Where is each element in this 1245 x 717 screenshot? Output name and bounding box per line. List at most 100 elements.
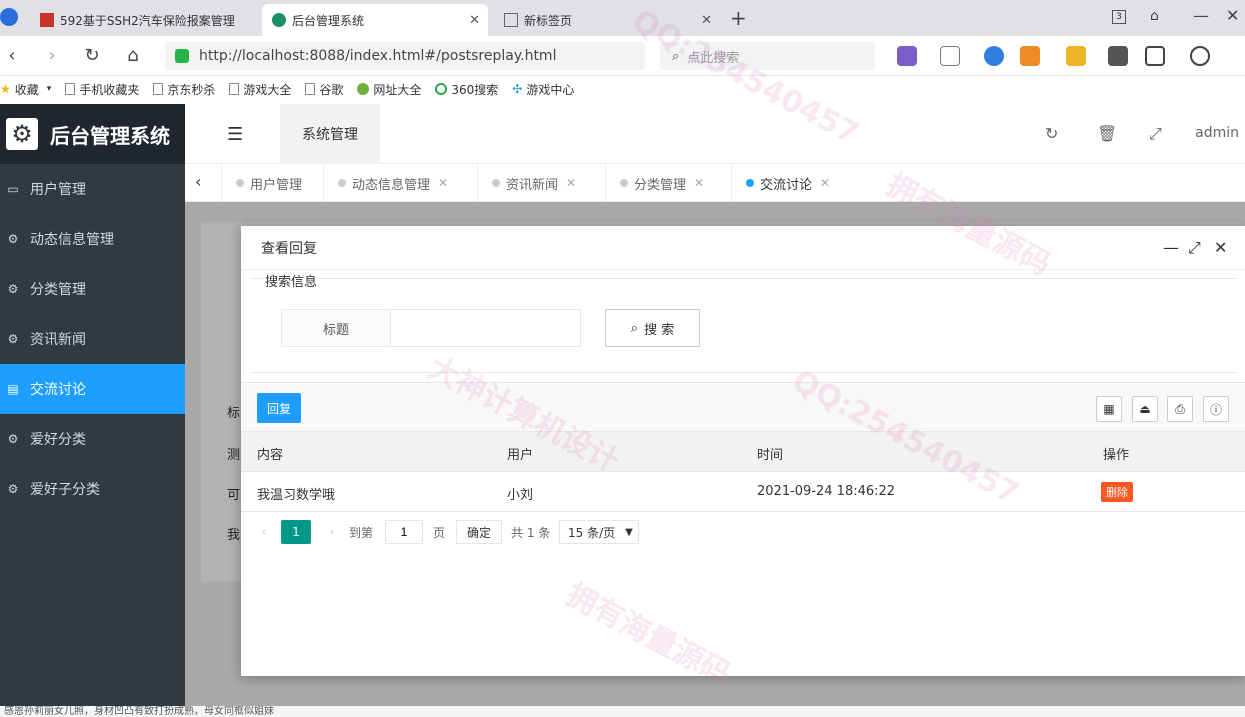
- print-icon[interactable]: ⎙: [1167, 396, 1193, 422]
- cogs-icon: ⚙: [7, 432, 19, 446]
- gear-icon: ⚙: [6, 118, 38, 150]
- bookmark-item[interactable]: 360搜索: [435, 81, 498, 98]
- game-icon[interactable]: [1020, 46, 1040, 66]
- bookmark-item[interactable]: 京东秒杀: [153, 81, 215, 98]
- goto-confirm-button[interactable]: 确定: [456, 520, 502, 544]
- cogs-icon: ⚙: [7, 482, 19, 496]
- app-title: 后台管理系统: [50, 123, 170, 148]
- browser-tab-3[interactable]: 新标签页 ✕: [494, 4, 720, 36]
- browser-tab-2[interactable]: 后台管理系统 ✕: [262, 4, 488, 36]
- tab-count-icon[interactable]: 3: [1112, 10, 1126, 24]
- tab-dot-icon: [746, 179, 754, 187]
- close-icon[interactable]: ✕: [820, 176, 830, 190]
- user-menu[interactable]: admin: [1195, 125, 1239, 141]
- goto-page-input[interactable]: [385, 520, 423, 544]
- minimize-icon[interactable]: —: [1163, 238, 1179, 257]
- title-search-input[interactable]: [391, 309, 581, 347]
- magnifier-icon[interactable]: [984, 46, 1004, 66]
- close-icon[interactable]: ✕: [566, 176, 576, 190]
- new-tab-icon[interactable]: +: [730, 6, 747, 30]
- fullscreen-icon[interactable]: ⤢: [1149, 124, 1162, 144]
- sidebar-item-discussion[interactable]: ▤ 交流讨论: [0, 364, 185, 414]
- prev-page-icon[interactable]: ‹: [257, 520, 271, 544]
- column-header: 用户: [507, 448, 534, 463]
- tab-favicon-icon: [40, 13, 54, 27]
- info-icon[interactable]: ⓘ: [1203, 396, 1229, 422]
- tab-news[interactable]: 资讯新闻 ✕: [477, 164, 576, 202]
- bookmark-item[interactable]: 游戏大全: [229, 81, 291, 98]
- shield-plugin-icon[interactable]: [1066, 46, 1086, 66]
- search-legend: 搜索信息: [263, 271, 320, 290]
- tab-categories[interactable]: 分类管理 ✕: [605, 164, 704, 202]
- tab-dynamics[interactable]: 动态信息管理 ✕: [323, 164, 448, 202]
- columns-icon[interactable]: ▦: [1096, 396, 1122, 422]
- cell-time: 2021-09-24 18:46:22: [757, 484, 896, 499]
- close-icon[interactable]: ✕: [1214, 238, 1227, 257]
- page-size-select[interactable]: 15 条/页 ▼: [559, 520, 639, 544]
- document-icon: ▤: [7, 382, 19, 396]
- bookmark-item[interactable]: 手机收藏夹: [65, 81, 139, 98]
- sidebar-item-categories[interactable]: ⚙ 分类管理: [0, 264, 185, 314]
- export-icon[interactable]: ⏏: [1132, 396, 1158, 422]
- header-module[interactable]: 系统管理: [280, 104, 380, 164]
- page-icon: [229, 83, 240, 95]
- sidebar-item-users[interactable]: ▭ 用户管理: [0, 164, 185, 214]
- skin-icon[interactable]: ⌂: [1150, 8, 1159, 24]
- reply-modal: 查看回复 — ⤢ ✕ 搜索信息 标题 ⌕ 搜 索 回复 ▦ ⏏ ⎙ ⓘ 内容 用…: [241, 226, 1245, 676]
- brightness-icon[interactable]: [1190, 46, 1210, 66]
- search-button[interactable]: ⌕ 搜 索: [605, 309, 700, 347]
- browser-tab-title: 后台管理系统: [292, 13, 365, 28]
- delete-button[interactable]: 删除: [1101, 482, 1133, 502]
- bookmark-item[interactable]: 谷歌: [305, 81, 343, 98]
- close-icon[interactable]: ✕: [701, 13, 712, 28]
- sidebar-item-dynamics[interactable]: ⚙ 动态信息管理: [0, 214, 185, 264]
- secure-shield-icon: [175, 49, 189, 63]
- translate-icon[interactable]: [897, 46, 917, 66]
- sidebar: ⚙ 后台管理系统 ▭ 用户管理 ⚙ 动态信息管理 ⚙ 分类管理 ⚙ 资讯新闻 ▤ 交流讨论…: [0, 104, 185, 706]
- refresh-icon[interactable]: ↻: [1045, 124, 1058, 143]
- apps-grid-icon[interactable]: [1145, 46, 1165, 66]
- forward-icon[interactable]: ›: [40, 44, 64, 68]
- search-icon: ⌕: [672, 48, 680, 64]
- star-icon: ★: [0, 82, 11, 96]
- table-toolbar: 回复 ▦ ⏏ ⎙ ⓘ: [241, 382, 1245, 432]
- window-icon: ▭: [7, 182, 19, 196]
- maximize-icon[interactable]: ⤢: [1188, 238, 1201, 258]
- browser-logo-icon[interactable]: [0, 8, 18, 26]
- browser-search-input[interactable]: ⌕ 点此搜索: [660, 42, 875, 70]
- chevron-left-icon[interactable]: ‹: [195, 172, 201, 191]
- trash-icon[interactable]: 🗑: [1097, 124, 1117, 143]
- page-number-current[interactable]: 1: [281, 520, 311, 544]
- book-icon[interactable]: [1108, 46, 1128, 66]
- close-window-icon[interactable]: ✕: [1226, 6, 1239, 25]
- bookmark-item[interactable]: 网址大全: [357, 81, 421, 98]
- url-field[interactable]: http://localhost:8088/index.html#/postsr…: [165, 42, 645, 70]
- tab-users[interactable]: 用户管理: [221, 164, 302, 202]
- sidebar-item-hobby-subcategory[interactable]: ⚙ 爱好子分类: [0, 464, 185, 514]
- tab-discussion[interactable]: 交流讨论 ✕: [731, 164, 830, 202]
- minimize-icon[interactable]: —: [1193, 6, 1209, 25]
- back-icon[interactable]: ‹: [0, 44, 24, 68]
- column-header: 操作: [1103, 448, 1130, 463]
- next-page-icon[interactable]: ›: [325, 520, 339, 544]
- column-header: 内容: [257, 448, 284, 463]
- sidebar-item-news[interactable]: ⚙ 资讯新闻: [0, 314, 185, 364]
- bookmark-item[interactable]: ★ 收藏 ▾: [0, 81, 51, 98]
- close-icon[interactable]: ✕: [694, 176, 704, 190]
- cogs-icon: ⚙: [7, 282, 19, 296]
- chevron-down-icon: ▾: [46, 84, 52, 94]
- home-icon[interactable]: ⌂: [121, 44, 145, 68]
- modal-header: 查看回复 — ⤢ ✕: [241, 226, 1245, 270]
- browser-tab-title: 592基于SSH2汽车保险报案管理: [60, 13, 235, 28]
- scissors-icon[interactable]: [940, 46, 960, 66]
- bookmark-item[interactable]: ✣ 游戏中心: [512, 81, 574, 98]
- menu-toggle-icon[interactable]: ☰: [227, 124, 243, 145]
- table-header: 内容 用户 时间 操作: [241, 432, 1245, 472]
- reply-button[interactable]: 回复: [257, 393, 301, 423]
- refresh-icon[interactable]: ↻: [80, 44, 104, 68]
- sidebar-item-hobby-category[interactable]: ⚙ 爱好分类: [0, 414, 185, 464]
- close-icon[interactable]: ✕: [469, 13, 480, 28]
- browser-tab-1[interactable]: 592基于SSH2汽车保险报案管理: [30, 4, 258, 36]
- close-icon[interactable]: ✕: [438, 176, 448, 190]
- chevron-down-icon: ▼: [625, 526, 633, 538]
